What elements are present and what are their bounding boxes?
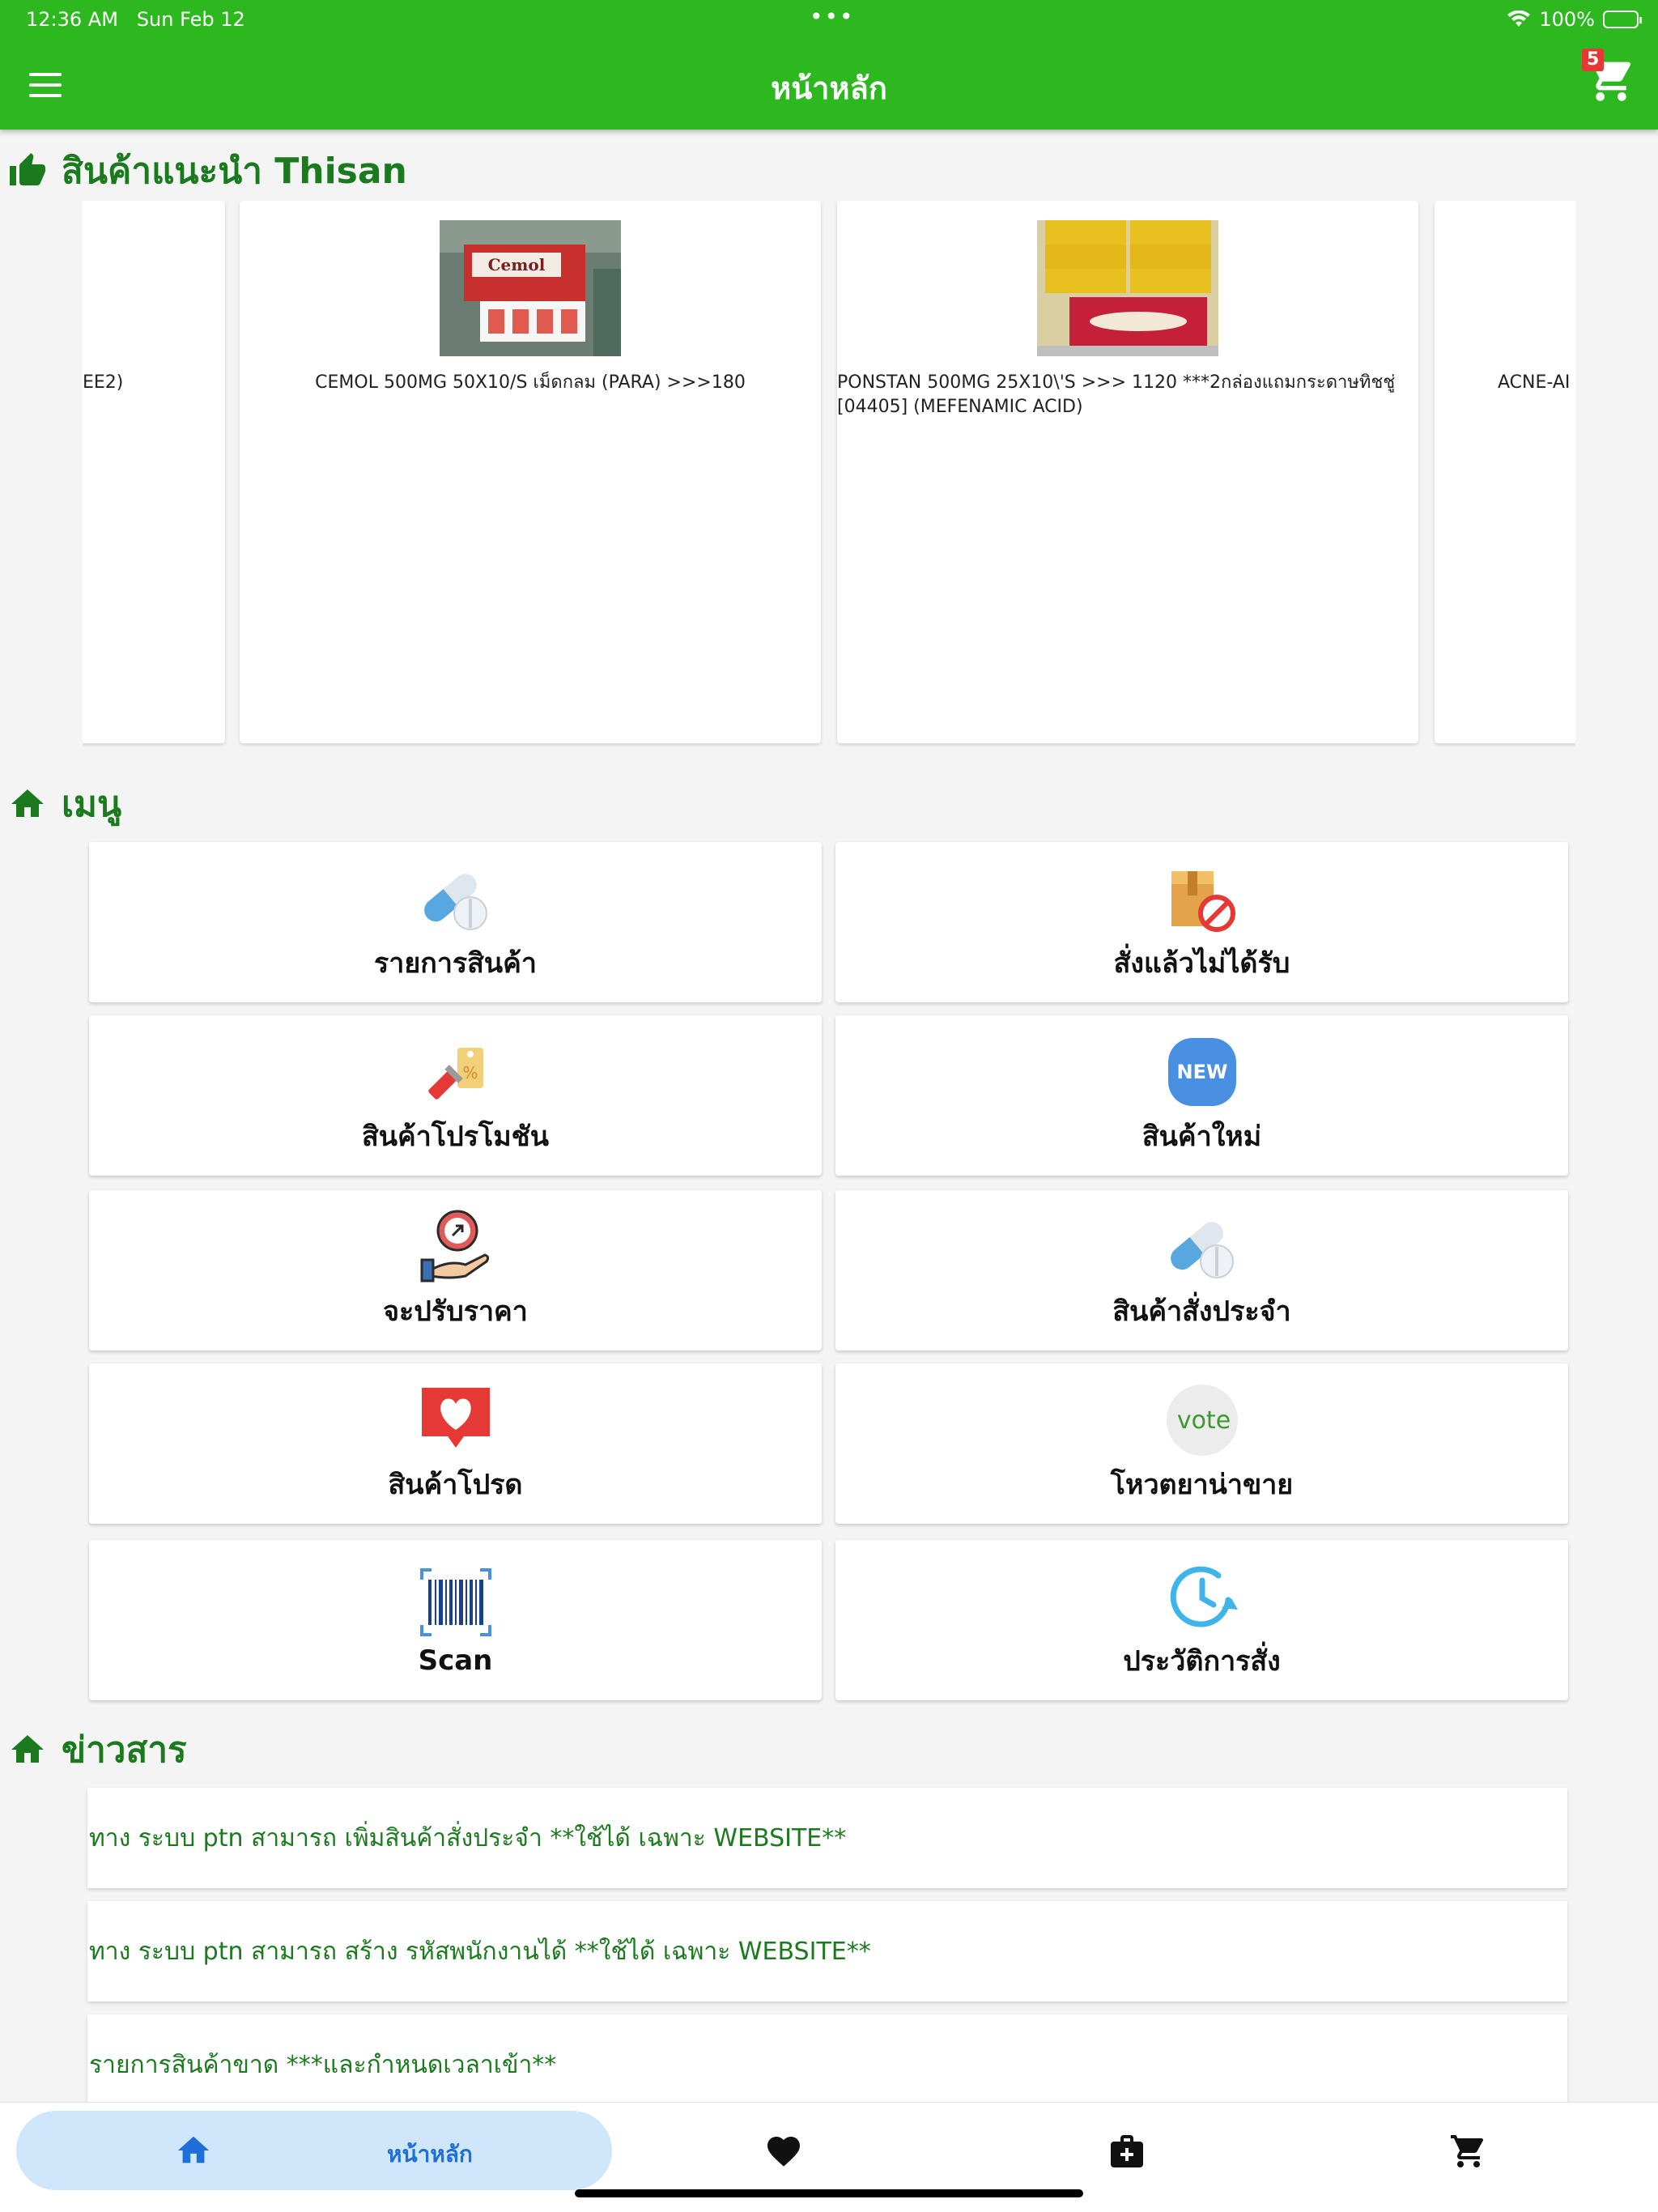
battery-percent: 100%: [1539, 8, 1595, 31]
home-icon: [11, 789, 44, 817]
menu-title-text: เมนู: [62, 784, 122, 825]
wifi-icon: [1507, 11, 1531, 27]
heart-message-icon: [421, 1388, 490, 1448]
menu-section-title: เมนู: [8, 776, 121, 832]
product-name: ACNE-AI: [1498, 372, 1571, 393]
home-indicator[interactable]: [575, 2189, 1083, 2197]
news-item[interactable]: ทาง ระบบ ptn สามารถ เพิ่มสินค้าสั่งประจำ…: [87, 1788, 1567, 1888]
menu-label: จะปรับราคา: [383, 1295, 528, 1328]
product-name: EE2): [83, 372, 124, 393]
svg-text:%: %: [462, 1063, 478, 1083]
status-bar: 12:36 AM Sun Feb 12 ••• 100%: [0, 0, 1658, 39]
product-card[interactable]: EE2): [83, 201, 225, 743]
barcode-icon: [419, 1568, 491, 1636]
menu-label: โหวตยาน่าขาย: [1110, 1469, 1294, 1501]
capsule-icon: [1170, 1222, 1234, 1278]
news-title-text: ข่าวสาร: [62, 1729, 187, 1771]
recommended-carousel[interactable]: EE2) Cemol CEMOL 500MG 50X10/S เม็ดกลม (…: [83, 201, 1575, 751]
recommended-section-title: สินค้าแนะนำ Thisan: [8, 143, 407, 199]
status-date: Sun Feb 12: [136, 8, 245, 31]
medical-kit-icon[interactable]: [1107, 2132, 1146, 2171]
menu-product-list-button[interactable]: รายการสินค้า: [89, 842, 822, 1002]
cart-count-badge: 5: [1582, 49, 1605, 71]
menu-favorites-button[interactable]: สินค้าโปรด: [89, 1363, 822, 1524]
history-icon: [1170, 1566, 1238, 1627]
news-item[interactable]: รายการสินค้าขาด ***และกำหนดเวลาเข้า**: [87, 2014, 1567, 2115]
menu-label: ประวัติการสั่ง: [1123, 1645, 1281, 1678]
news-item[interactable]: ทาง ระบบ ptn สามารถ สร้าง รหัสพนักงานได้…: [87, 1901, 1567, 2001]
box-blocked-icon: [1171, 871, 1235, 932]
menu-regular-order-button[interactable]: สินค้าสั่งประจำ: [835, 1190, 1568, 1351]
svg-text:Cemol: Cemol: [488, 255, 546, 274]
menu-scan-button[interactable]: Scan: [89, 1540, 822, 1700]
product-card[interactable]: PONSTAN 500MG 25X10\'S >>> 1120 ***2กล่อ…: [837, 201, 1418, 743]
nav-home-label: หน้าหลัก: [387, 2141, 473, 2167]
menu-label: รายการสินค้า: [373, 947, 538, 980]
product-card[interactable]: ACNE-AI: [1435, 201, 1575, 743]
product-image: Cemol: [440, 220, 621, 356]
menu-label: สั่งแล้วไม่ได้รับ: [1113, 947, 1290, 980]
home-icon: [11, 1735, 44, 1763]
menu-price-adjust-button[interactable]: จะปรับราคา: [89, 1190, 822, 1351]
menu-label: สินค้าโปรโมชัน: [362, 1121, 549, 1153]
menu-label: สินค้าโปรด: [388, 1469, 523, 1501]
cart-icon[interactable]: [1449, 2132, 1488, 2171]
menu-label: สินค้าสั่งประจำ: [1112, 1295, 1291, 1328]
battery-icon: [1603, 11, 1642, 28]
svg-text:NEW: NEW: [1176, 1061, 1227, 1083]
new-badge-icon: NEW: [1167, 1038, 1236, 1106]
menu-promotion-button[interactable]: % สินค้าโปรโมชัน: [89, 1015, 822, 1176]
product-image: [1037, 220, 1218, 356]
home-icon: [177, 2136, 210, 2163]
news-section-title: ข่าวสาร: [8, 1721, 187, 1778]
menu-label: Scan: [418, 1644, 493, 1677]
status-time-text: 12:36 AM: [26, 8, 118, 31]
menu-order-history-button[interactable]: ประวัติการสั่ง: [835, 1540, 1568, 1700]
promo-tag-icon: %: [427, 1048, 483, 1100]
vote-icon: vote: [1166, 1385, 1238, 1456]
heart-icon[interactable]: [764, 2132, 803, 2171]
product-name: CEMOL 500MG 50X10/S เม็ดกลม (PARA) >>>18…: [315, 372, 746, 393]
news-text: ทาง ระบบ ptn สามารถ เพิ่มสินค้าสั่งประจำ…: [89, 1823, 847, 1853]
status-time: 12:36 AM Sun Feb 12: [26, 8, 245, 31]
recommended-title-text: สินค้าแนะนำ Thisan: [62, 151, 407, 192]
nav-home-tab[interactable]: หน้าหลัก: [16, 2111, 612, 2190]
menu-new-products-button[interactable]: NEW สินค้าใหม่: [835, 1015, 1568, 1176]
news-text: รายการสินค้าขาด ***และกำหนดเวลาเข้า**: [89, 2050, 557, 2079]
status-right: 100%: [1507, 8, 1642, 31]
product-card[interactable]: Cemol CEMOL 500MG 50X10/S เม็ดกลม (PARA)…: [240, 201, 821, 743]
header-cart-button[interactable]: 5: [1582, 49, 1634, 101]
menu-not-received-button[interactable]: สั่งแล้วไม่ได้รับ: [835, 842, 1568, 1002]
menu-vote-button[interactable]: vote โหวตยาน่าขาย: [835, 1363, 1568, 1524]
product-name: PONSTAN 500MG 25X10\'S >>> 1120 ***2กล่อ…: [837, 372, 1396, 417]
page-title: หน้าหลัก: [771, 70, 887, 106]
app-header: 12:36 AM Sun Feb 12 ••• 100% หน้าหลัก 5: [0, 0, 1658, 130]
multitask-dots-icon[interactable]: •••: [810, 3, 855, 30]
thumbs-up-icon: [10, 153, 45, 185]
menu-label: สินค้าใหม่: [1141, 1121, 1262, 1153]
svg-text:vote: vote: [1176, 1406, 1230, 1435]
capsule-icon: [423, 874, 487, 930]
price-adjust-icon: [420, 1210, 489, 1283]
news-text: ทาง ระบบ ptn สามารถ สร้าง รหัสพนักงานได้…: [89, 1937, 871, 1966]
